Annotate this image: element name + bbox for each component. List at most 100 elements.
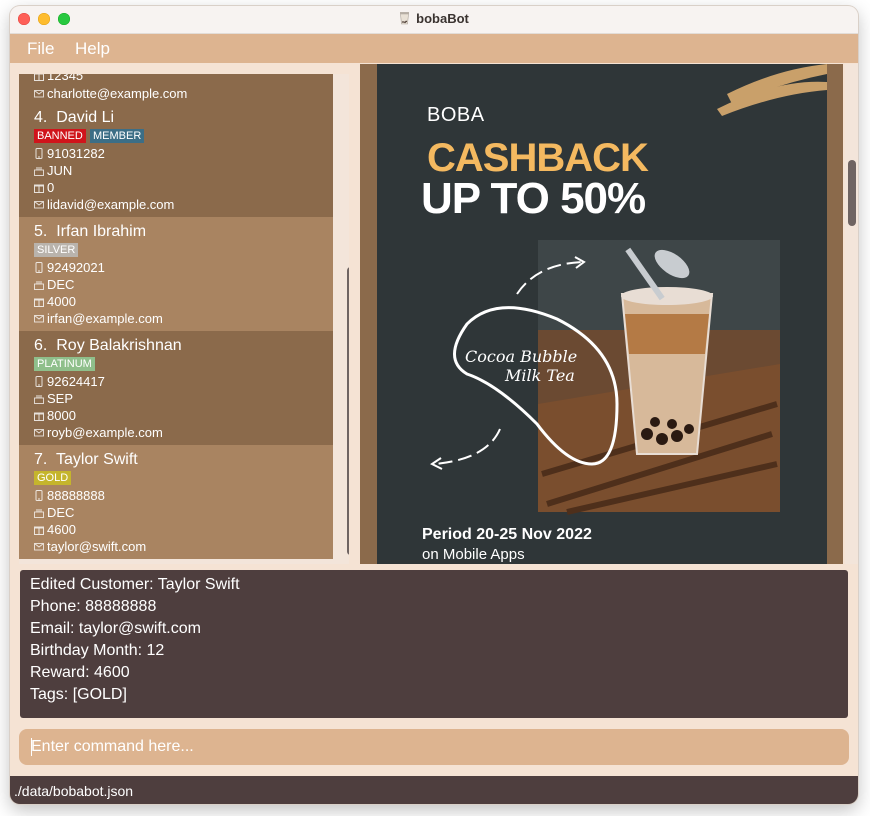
status-file-path: ./data/bobabot.json (14, 783, 134, 799)
poster-period: Period 20-25 Nov 2022 (422, 526, 592, 543)
customer-name: 6. Roy Balakrishnan (34, 337, 182, 355)
window-title: bobaBot (416, 11, 469, 26)
customer-list[interactable]: 12345 charlotte@example.com 4. David Li … (19, 74, 349, 564)
customer-birthday: DEC (47, 277, 75, 292)
poster-channel: on Mobile Apps (422, 546, 525, 563)
customer-phone: 92624417 (47, 374, 105, 389)
phone-field: 92624417 (34, 374, 105, 389)
menu-bar: File Help (10, 34, 858, 63)
poster-brand: BOBA (427, 104, 485, 126)
customer-reward: 4600 (47, 522, 76, 537)
gift-icon (34, 184, 44, 193)
gift-icon (34, 526, 44, 535)
customer-birthday: JUN (47, 163, 73, 178)
customer-name-text: David Li (56, 109, 115, 126)
birthday-field: JUN (34, 163, 72, 178)
promo-poster: BOBA CASHBACK UP TO 50% Cocoa Bubble Mil… (377, 64, 827, 564)
customer-card[interactable]: 6. Roy Balakrishnan PLATINUM 92624417 SE… (19, 331, 333, 445)
gift-icon (34, 74, 44, 81)
customer-name-text: Irfan Ibrahim (56, 223, 147, 240)
customer-email: charlotte@example.com (47, 86, 188, 101)
customer-name-text: Taylor Swift (55, 451, 138, 468)
customer-card[interactable]: 4. David Li BANNED MEMBER 91031282 JUN 0… (19, 103, 333, 217)
reward-field: 4600 (34, 522, 76, 537)
list-scrollbar-thumb[interactable] (347, 267, 349, 555)
poster-scrollbar-thumb[interactable] (848, 160, 856, 226)
customer-phone: 92492021 (47, 260, 105, 275)
command-input[interactable] (19, 729, 849, 765)
tag-platinum: PLATINUM (34, 357, 95, 371)
birthday-field: DEC (34, 277, 74, 292)
promo-poster-panel: BOBA CASHBACK UP TO 50% Cocoa Bubble Mil… (360, 64, 843, 564)
poster-scrollbar-track[interactable] (845, 64, 858, 564)
phone-icon (35, 490, 43, 501)
menu-help[interactable]: Help (75, 39, 110, 59)
customer-birthday: DEC (47, 505, 75, 520)
email-field: lidavid@example.com (34, 197, 174, 212)
phone-field: 91031282 (34, 146, 105, 161)
result-display: Edited Customer: Taylor Swift Phone: 888… (20, 570, 848, 718)
tag-silver: SILVER (34, 243, 79, 257)
customer-name: 4. David Li (34, 109, 114, 127)
tag-gold: GOLD (34, 471, 72, 485)
customer-phone: 91031282 (47, 146, 105, 161)
app-window: bobaBot File Help 12345 charlotte@exampl… (10, 6, 858, 804)
phone-field: 92492021 (34, 260, 105, 275)
cake-icon (34, 167, 44, 176)
customer-name: 7. Taylor Swift (34, 451, 138, 469)
poster-subheadline: UP TO 50% (421, 174, 646, 223)
poster-product-line1: Cocoa Bubble (465, 347, 578, 366)
customer-reward: 4000 (47, 294, 76, 309)
reward-field: 12345 (34, 74, 83, 83)
boba-cup-icon (400, 12, 410, 25)
customer-birthday: SEP (47, 391, 74, 406)
customer-email: lidavid@example.com (47, 197, 175, 212)
window-title-wrap: bobaBot (10, 11, 858, 26)
email-icon (34, 90, 44, 98)
phone-field: 88888888 (34, 488, 105, 503)
title-bar: bobaBot (10, 6, 858, 34)
customer-email: royb@example.com (47, 425, 163, 440)
reward-field: 8000 (34, 408, 76, 423)
status-bar: ./data/bobabot.json (10, 776, 858, 804)
result-line: Edited Customer: Taylor Swift (30, 576, 240, 593)
phone-icon (35, 376, 43, 387)
result-line: Birthday Month: 12 (30, 642, 165, 659)
customer-index: 5. (34, 223, 48, 240)
email-field: charlotte@example.com (34, 86, 187, 101)
birthday-field: DEC (34, 505, 74, 520)
customer-card[interactable]: 5. Irfan Ibrahim SILVER 92492021 DEC 400… (19, 217, 333, 331)
email-icon (34, 429, 44, 437)
birthday-field: SEP (34, 391, 73, 406)
customer-index: 7. (34, 451, 48, 468)
cake-icon (34, 509, 44, 518)
cake-icon (34, 395, 44, 404)
result-line: Phone: 88888888 (30, 598, 157, 615)
result-line: Tags: [GOLD] (30, 686, 127, 703)
phone-icon (35, 262, 43, 273)
email-field: taylor@swift.com (34, 539, 146, 554)
email-icon (34, 201, 44, 209)
customer-card[interactable]: 7. Taylor Swift GOLD 88888888 DEC 4600 t… (19, 445, 333, 559)
menu-file[interactable]: File (27, 39, 54, 59)
email-icon (34, 315, 44, 323)
gift-icon (34, 298, 44, 307)
customer-card[interactable]: 12345 charlotte@example.com (19, 74, 333, 103)
tag-banned: BANNED (34, 129, 86, 143)
email-field: royb@example.com (34, 425, 163, 440)
email-icon (34, 543, 44, 551)
cake-icon (34, 281, 44, 290)
gift-icon (34, 412, 44, 421)
email-field: irfan@example.com (34, 311, 163, 326)
text-caret (31, 738, 32, 756)
result-line: Reward: 4600 (30, 664, 130, 681)
customer-phone: 88888888 (47, 488, 105, 503)
customer-index: 6. (34, 337, 48, 354)
reward-field: 0 (34, 180, 54, 195)
customer-reward: 0 (47, 180, 55, 195)
customer-reward: 8000 (47, 408, 76, 423)
reward-field: 4000 (34, 294, 76, 309)
result-line: Email: taylor@swift.com (30, 620, 201, 637)
customer-email: taylor@swift.com (47, 539, 147, 554)
customer-phone: 12345 (47, 74, 84, 83)
